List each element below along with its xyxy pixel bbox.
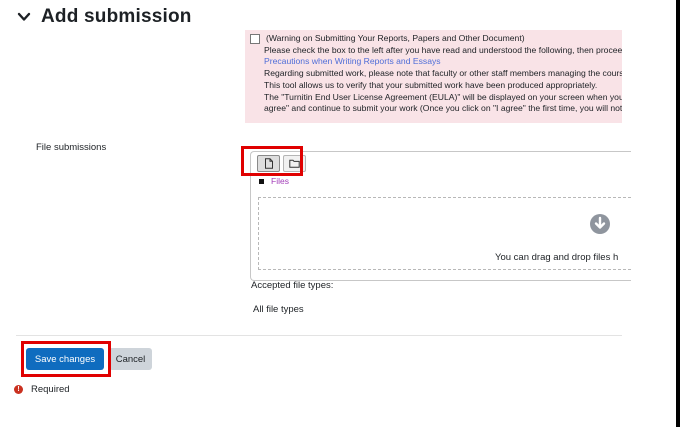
download-circle-icon xyxy=(590,214,610,234)
divider xyxy=(16,335,622,336)
drop-zone-text: You can drag and drop files h xyxy=(495,252,619,263)
notice-line: Regarding submitted work, please note th… xyxy=(264,68,622,79)
notice-line: agree" and continue to submit your work … xyxy=(264,103,622,114)
breadcrumb-files[interactable]: Files xyxy=(271,176,289,186)
required-note: ! Required xyxy=(14,384,70,395)
cancel-button[interactable]: Cancel xyxy=(109,348,152,370)
toolbar-highlight xyxy=(241,146,303,176)
precautions-link[interactable]: Precautions when Writing Reports and Ess… xyxy=(245,56,622,68)
save-button-highlight xyxy=(21,341,111,377)
breadcrumb: Files xyxy=(259,176,289,186)
warning-notice: (Warning on Submitting Your Reports, Pap… xyxy=(245,30,622,123)
drop-zone[interactable]: You can drag and drop files h xyxy=(258,197,631,270)
notice-line: The "Turnitin End User License Agreement… xyxy=(264,91,622,102)
chevron-down-icon[interactable] xyxy=(17,10,31,24)
section-title: Add submission xyxy=(41,6,192,27)
notice-line: This tool allows us to verify that your … xyxy=(264,79,598,90)
section-header[interactable]: Add submission xyxy=(17,6,192,28)
file-picker: Files You can drag and drop files h xyxy=(250,151,631,281)
required-label: Required xyxy=(31,384,70,395)
file-submissions-label: File submissions xyxy=(36,142,107,153)
exclamation-circle-icon: ! xyxy=(14,385,23,394)
accepted-types-label: Accepted file types: xyxy=(251,280,334,291)
agreement-checkbox[interactable] xyxy=(250,34,260,44)
window-edge xyxy=(676,0,680,427)
notice-line: Please check the box to the left after y… xyxy=(264,44,622,55)
folder-bullet-icon xyxy=(259,178,264,184)
notice-line: (Warning on Submitting Your Reports, Pap… xyxy=(266,33,525,43)
accepted-types-value: All file types xyxy=(253,304,304,315)
